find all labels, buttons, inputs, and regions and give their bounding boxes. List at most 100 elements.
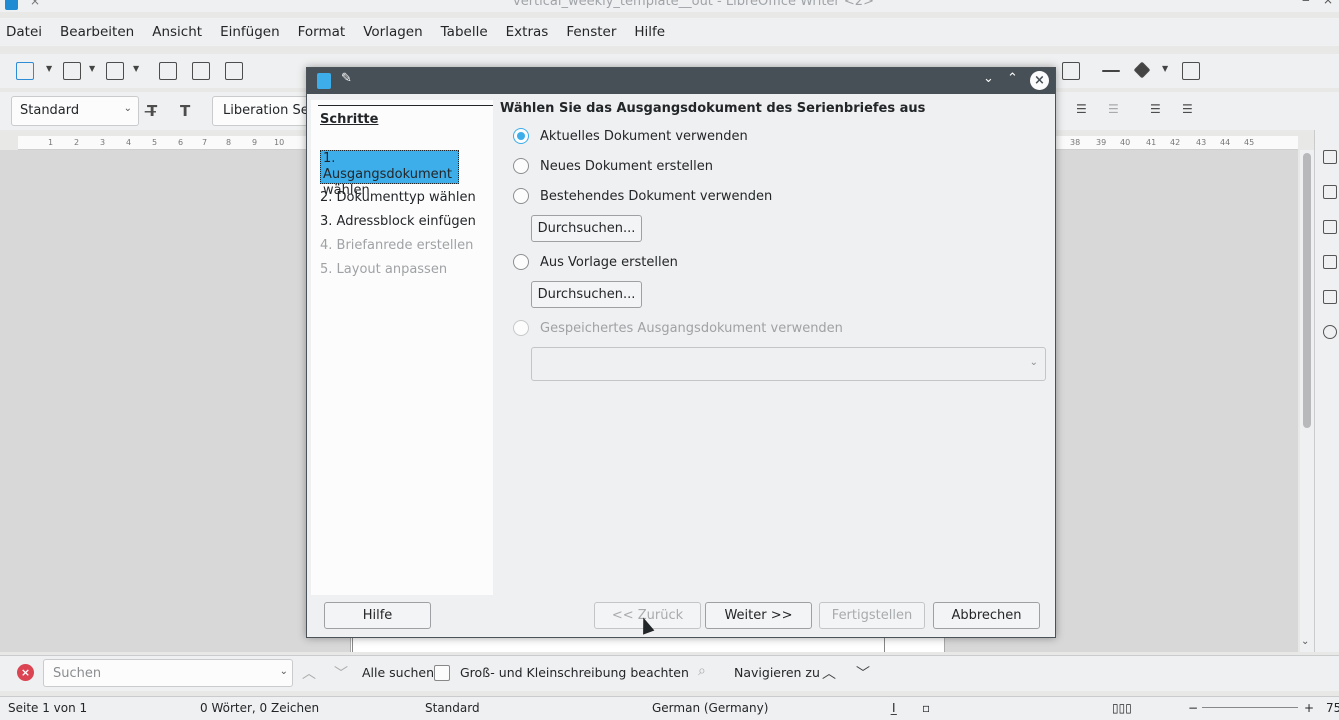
zoom-slider[interactable]: [1202, 707, 1298, 708]
properties-icon[interactable]: [1323, 150, 1337, 164]
menu-ansicht[interactable]: Ansicht: [152, 24, 202, 40]
new-document-icon[interactable]: [16, 62, 34, 80]
save-icon[interactable]: [106, 62, 124, 80]
step-choose-document[interactable]: 1. Ausgangsdokument wählen: [320, 150, 459, 198]
export-icon[interactable]: [159, 62, 177, 80]
ruler-tick: 40: [1120, 138, 1131, 147]
page-count[interactable]: Seite 1 von 1: [8, 701, 87, 715]
step-document-type[interactable]: 2. Dokumenttyp wählen: [320, 190, 476, 205]
view-layout-icon[interactable]: ▯▯▯: [1112, 701, 1132, 715]
print-icon[interactable]: [192, 62, 210, 80]
dialog-titlebar[interactable]: ✎ ⌄ ⌃ ×: [307, 68, 1055, 94]
cancel-button[interactable]: Abbrechen: [933, 602, 1040, 629]
next-button[interactable]: Weiter >>: [705, 602, 812, 629]
mail-merge-wizard-dialog: ✎ ⌄ ⌃ × Schritte 1. Ausgangsdokument wäh…: [306, 67, 1056, 638]
menu-fenster[interactable]: Fenster: [566, 24, 616, 40]
pin-icon[interactable]: ×: [30, 0, 40, 8]
radio-current-document[interactable]: [513, 128, 529, 144]
find-previous-icon[interactable]: ︿: [302, 663, 316, 683]
paragraph-spacing-icon[interactable]: ☰: [1108, 102, 1119, 116]
sidebar-deck: [1314, 130, 1339, 652]
new-style-icon[interactable]: T: [180, 102, 190, 120]
menu-vorlagen[interactable]: Vorlagen: [363, 24, 422, 40]
decrease-indent-icon[interactable]: ☰: [1182, 102, 1193, 116]
zoom-in-icon[interactable]: +: [1304, 701, 1314, 715]
menu-einfuegen[interactable]: Einfügen: [220, 24, 280, 40]
radio-from-template[interactable]: [513, 254, 529, 270]
ruler-tick: 2: [74, 138, 80, 147]
menu-extras[interactable]: Extras: [506, 24, 549, 40]
chevron-down-icon[interactable]: ⌄: [280, 666, 288, 677]
browse-existing-button[interactable]: Durchsuchen...: [531, 215, 642, 242]
insert-mode-icon[interactable]: I̲: [892, 701, 896, 715]
shapes-dropdown-icon[interactable]: ▼: [1162, 64, 1168, 73]
chevron-down-icon[interactable]: ⌄: [124, 103, 132, 114]
menu-format[interactable]: Format: [298, 24, 346, 40]
menu-tabelle[interactable]: Tabelle: [441, 24, 488, 40]
close-find-icon[interactable]: ×: [17, 664, 34, 681]
increase-indent-icon[interactable]: ☰: [1150, 102, 1161, 116]
gallery-icon[interactable]: [1323, 220, 1337, 234]
paragraph-style-box[interactable]: Standard ⌄: [11, 96, 139, 126]
scrollbar-thumb[interactable]: [1303, 153, 1311, 428]
open-dropdown-icon[interactable]: ▼: [89, 64, 95, 73]
close-icon[interactable]: ×: [1030, 71, 1049, 90]
navigate-up-icon[interactable]: ︿: [822, 663, 836, 683]
style-inspector-icon[interactable]: [1323, 325, 1337, 339]
option-saved-document: Gespeichertes Ausgangsdokument verwenden: [513, 320, 843, 336]
step-address-block[interactable]: 3. Adressblock einfügen: [320, 214, 476, 229]
ruler-tick: 4: [126, 138, 132, 147]
scroll-down-icon[interactable]: ⌄: [1301, 636, 1309, 647]
minimize-icon[interactable]: ⌄: [983, 71, 994, 86]
menu-hilfe[interactable]: Hilfe: [634, 24, 665, 40]
zoom-out-icon[interactable]: −: [1188, 701, 1198, 715]
pin-icon[interactable]: ✎: [341, 71, 352, 86]
browse-template-button[interactable]: Durchsuchen...: [531, 281, 642, 308]
help-button[interactable]: Hilfe: [324, 602, 431, 629]
window-close-icon[interactable]: ×: [1323, 0, 1333, 7]
update-style-icon[interactable]: T̶: [147, 102, 157, 120]
new-dropdown-icon[interactable]: ▼: [46, 64, 52, 73]
menu-bearbeiten[interactable]: Bearbeiten: [60, 24, 134, 40]
draw-pen-icon[interactable]: [1182, 62, 1200, 80]
language[interactable]: German (Germany): [652, 701, 768, 715]
find-replace-icon[interactable]: ⌕: [698, 663, 706, 679]
styles-icon[interactable]: [1323, 185, 1337, 199]
match-case-checkbox[interactable]: [434, 665, 450, 681]
radio-new-document[interactable]: [513, 158, 529, 174]
minimize-icon[interactable]: ‒: [1302, 0, 1310, 7]
radio-existing-document[interactable]: [513, 188, 529, 204]
page-icon[interactable]: [1323, 290, 1337, 304]
find-all-button[interactable]: Alle suchen: [362, 665, 434, 680]
word-count[interactable]: 0 Wörter, 0 Zeichen: [200, 701, 319, 715]
option-label: Bestehendes Dokument verwenden: [540, 188, 773, 204]
saved-documents-dropdown: ⌄: [531, 347, 1046, 381]
window-title: vertical_weekly_template__out - LibreOff…: [513, 0, 874, 9]
navigate-to-label[interactable]: Navigieren zu: [734, 665, 820, 680]
search-input[interactable]: Suchen ⌄: [43, 659, 293, 687]
option-existing-document[interactable]: Bestehendes Dokument verwenden: [513, 188, 772, 204]
option-from-template[interactable]: Aus Vorlage erstellen: [513, 254, 678, 270]
open-folder-icon[interactable]: [63, 62, 81, 80]
option-new-document[interactable]: Neues Dokument erstellen: [513, 158, 713, 174]
ruler-tick: 5: [152, 138, 158, 147]
line-icon[interactable]: [1102, 70, 1120, 72]
page-style[interactable]: Standard: [425, 701, 480, 715]
spellcheck-icon[interactable]: [1062, 62, 1080, 80]
menu-datei[interactable]: Datei: [6, 24, 42, 40]
font-name-box[interactable]: Liberation Serif: [212, 96, 312, 126]
zoom-level[interactable]: 75: [1326, 701, 1339, 715]
maximize-icon[interactable]: ⌃: [1007, 71, 1018, 86]
ruler-tick: 45: [1244, 138, 1255, 147]
save-dropdown-icon[interactable]: ▼: [133, 64, 139, 73]
navigator-icon[interactable]: [1323, 255, 1337, 269]
navigate-down-icon[interactable]: ﹀: [856, 663, 870, 683]
line-spacing-icon[interactable]: ☰: [1076, 102, 1087, 116]
statusbar: Seite 1 von 1 0 Wörter, 0 Zeichen Standa…: [0, 696, 1339, 720]
vertical-scrollbar[interactable]: ⌄: [1300, 150, 1314, 652]
writer-app-icon: [317, 73, 331, 89]
find-next-icon[interactable]: ﹀: [334, 663, 348, 683]
option-current-document[interactable]: Aktuelles Dokument verwenden: [513, 128, 748, 144]
ruler-tick: 44: [1220, 138, 1231, 147]
print-preview-icon[interactable]: [225, 62, 243, 80]
